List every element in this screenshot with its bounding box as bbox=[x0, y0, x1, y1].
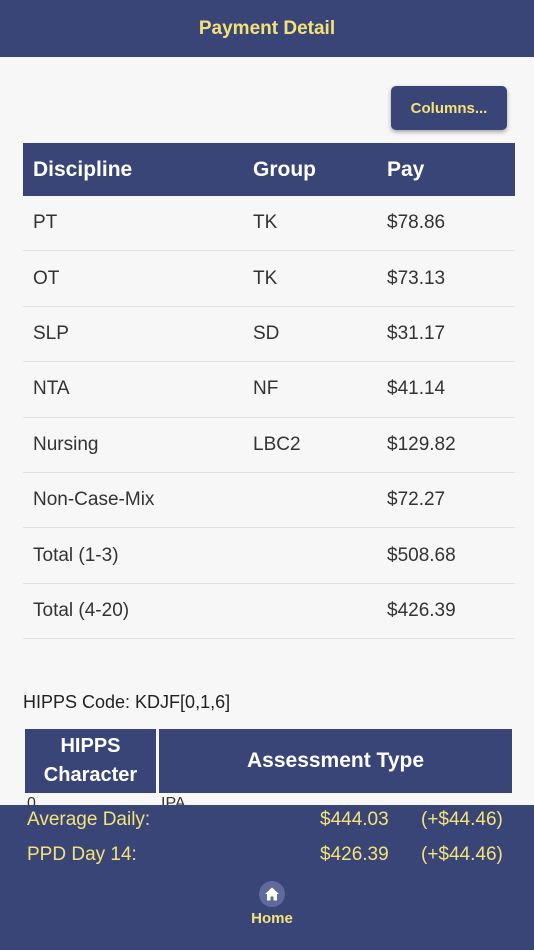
home-icon bbox=[259, 881, 285, 907]
table-row: Total (1-3) $508.68 bbox=[23, 528, 515, 584]
page-title: Payment Detail bbox=[198, 17, 336, 39]
column-header-hipps-character[interactable]: HIPPS Character bbox=[25, 729, 156, 793]
group-cell: LBC2 bbox=[253, 433, 301, 455]
table-row: Nursing LBC2 $129.82 bbox=[23, 418, 515, 473]
average-daily-delta: (+$44.46) bbox=[421, 809, 503, 830]
group-cell: TK bbox=[253, 267, 278, 289]
discipline-cell: Nursing bbox=[33, 433, 99, 455]
table-row: PT TK $78.86 bbox=[23, 196, 515, 252]
hipps-header-line1: HIPPS bbox=[60, 735, 121, 757]
table-row: Total (4-20) $426.39 bbox=[23, 584, 515, 640]
discipline-cell: NTA bbox=[33, 378, 70, 400]
page-header: Payment Detail bbox=[0, 0, 534, 57]
column-header-assessment-type[interactable]: Assessment Type bbox=[159, 729, 512, 793]
columns-button[interactable]: Columns... bbox=[391, 86, 507, 130]
hipps-table-header: HIPPS Character Assessment Type bbox=[25, 729, 512, 793]
average-daily-label: Average Daily: bbox=[27, 809, 151, 830]
pay-cell: $78.86 bbox=[387, 212, 446, 234]
hipps-code-label: HIPPS Code: KDJF[0,1,6] bbox=[23, 692, 231, 712]
home-button[interactable]: Home bbox=[237, 881, 307, 937]
discipline-cell: Total (4-20) bbox=[33, 599, 130, 621]
payment-table-header: Discipline Group Pay bbox=[23, 143, 515, 196]
table-row: SLP SD $31.17 bbox=[23, 307, 515, 363]
average-daily-row: Average Daily: $444.03 (+$44.46) bbox=[0, 805, 534, 835]
ppd-day14-value: $426.39 bbox=[320, 844, 389, 865]
payment-table: Discipline Group Pay PT TK $78.86 OT TK … bbox=[23, 143, 515, 640]
discipline-cell: PT bbox=[33, 212, 58, 234]
pay-cell: $129.82 bbox=[387, 433, 456, 455]
ppd-day14-row: PPD Day 14: $426.39 (+$44.46) bbox=[0, 840, 534, 870]
home-label: Home bbox=[251, 910, 293, 927]
pay-cell: $508.68 bbox=[387, 544, 456, 566]
pay-cell: $41.14 bbox=[387, 378, 446, 400]
hipps-header-line2: Character bbox=[43, 764, 138, 786]
table-row: Non-Case-Mix $72.27 bbox=[23, 473, 515, 529]
discipline-cell: OT bbox=[33, 267, 60, 289]
column-header-pay[interactable]: Pay bbox=[387, 158, 424, 182]
discipline-cell: SLP bbox=[33, 322, 69, 344]
table-row: NTA NF $41.14 bbox=[23, 362, 515, 418]
column-header-discipline[interactable]: Discipline bbox=[33, 158, 132, 182]
ppd-day14-delta: (+$44.46) bbox=[421, 844, 503, 865]
pay-cell: $72.27 bbox=[387, 489, 446, 511]
ppd-day14-label: PPD Day 14: bbox=[27, 844, 137, 865]
group-cell: TK bbox=[253, 212, 278, 234]
average-daily-value: $444.03 bbox=[320, 809, 389, 830]
table-row: OT TK $73.13 bbox=[23, 251, 515, 307]
column-header-group[interactable]: Group bbox=[253, 158, 316, 182]
discipline-cell: Total (1-3) bbox=[33, 544, 119, 566]
pay-cell: $73.13 bbox=[387, 267, 446, 289]
pay-cell: $31.17 bbox=[387, 322, 446, 344]
discipline-cell: Non-Case-Mix bbox=[33, 489, 155, 511]
group-cell: SD bbox=[253, 322, 280, 344]
pay-cell: $426.39 bbox=[387, 599, 456, 621]
group-cell: NF bbox=[253, 378, 279, 400]
